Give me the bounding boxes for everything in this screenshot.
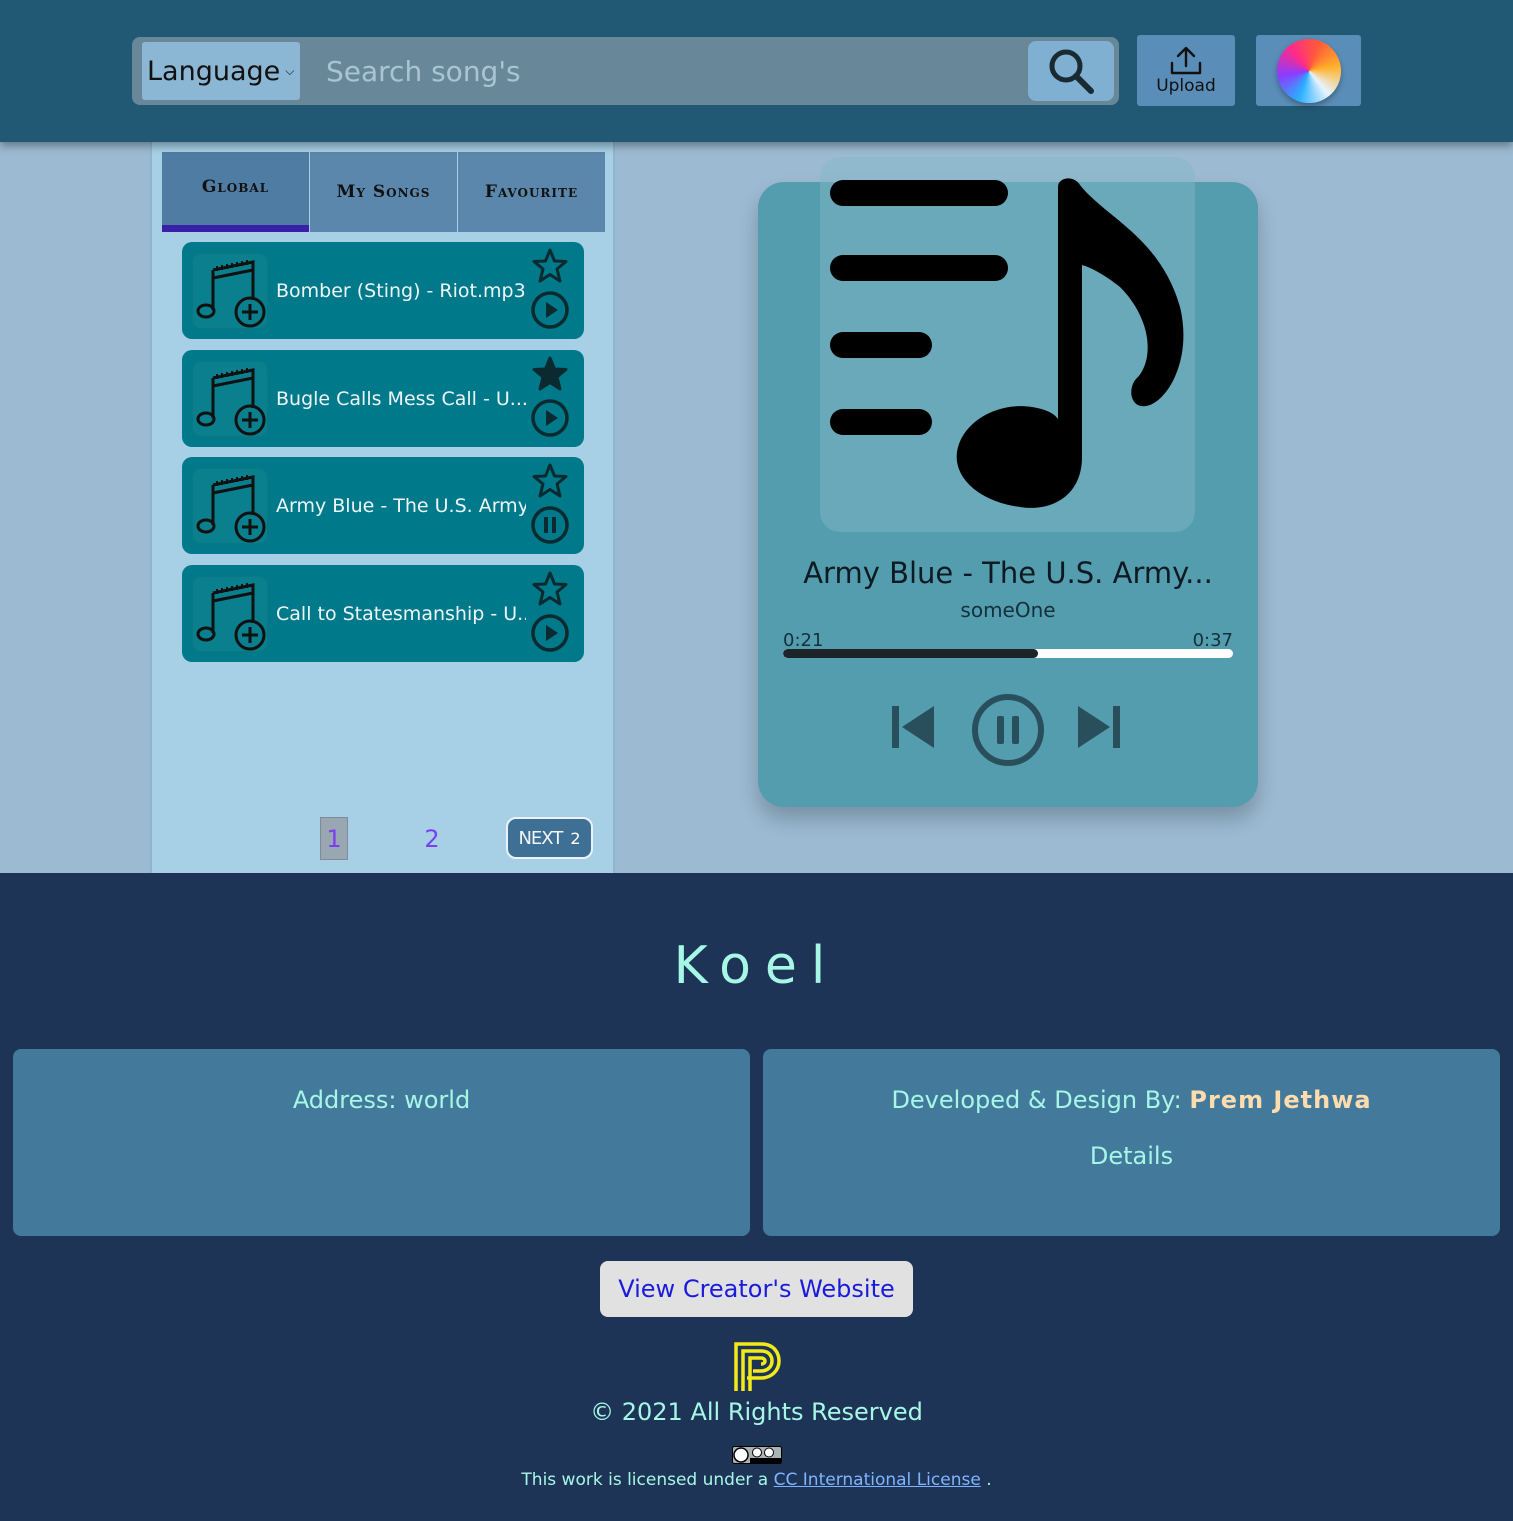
song-list-panel: Global My Songs Favourite Bomber (Sting)…: [150, 142, 615, 873]
star-outline-icon[interactable]: [530, 461, 570, 501]
footer: Koel Address: world Developed & Design B…: [0, 873, 1513, 1521]
main-area: Global My Songs Favourite Bomber (Sting)…: [0, 142, 1513, 873]
page-2-button[interactable]: 2: [418, 817, 446, 860]
next-page-number: 2: [570, 828, 581, 848]
song-item[interactable]: Bomber (Sting) - Riot.mp3: [182, 242, 584, 339]
developer-name: Prem Jethwa: [1189, 1086, 1372, 1114]
pj-logo-icon: [734, 1342, 781, 1391]
song-title: Call to Statesmanship - U...: [276, 602, 526, 625]
brand-title: Koel: [673, 936, 840, 996]
next-label: NEXT: [518, 827, 563, 849]
music-note-add-icon: [191, 360, 269, 438]
developer-line: Developed & Design By: Prem Jethwa: [763, 1086, 1500, 1114]
upload-button[interactable]: Upload: [1137, 35, 1235, 106]
top-header: Language ⌵ Search song's Upload: [0, 0, 1513, 142]
profile-button[interactable]: [1256, 35, 1361, 106]
song-title: Bomber (Sting) - Riot.mp3: [276, 279, 526, 302]
license-text: This work is licensed under a CC Interna…: [0, 1470, 1513, 1490]
tab-global[interactable]: Global: [162, 152, 310, 232]
song-item[interactable]: Call to Statesmanship - U...: [182, 565, 584, 662]
tab-label: Favourite: [484, 182, 579, 202]
tab-bar: Global My Songs Favourite: [162, 152, 605, 232]
now-playing-artist: someOne: [960, 598, 1056, 622]
skip-previous-icon[interactable]: [888, 702, 938, 752]
song-item[interactable]: Army Blue - The U.S. Army...: [182, 457, 584, 554]
search-bar: Language ⌵ Search song's: [132, 37, 1119, 105]
details-link[interactable]: Details: [763, 1142, 1500, 1170]
address-card: Address: world: [13, 1049, 750, 1236]
star-outline-icon[interactable]: [530, 569, 570, 609]
developer-card: Developed & Design By: Prem Jethwa Detai…: [763, 1049, 1500, 1236]
pause-circle-icon[interactable]: [530, 505, 570, 545]
pause-circle-icon[interactable]: [970, 692, 1046, 768]
current-time: 0:21: [783, 630, 824, 651]
upload-icon: [1170, 46, 1202, 74]
tab-label: Global: [201, 177, 270, 197]
developed-by-label: Developed & Design By:: [891, 1086, 1182, 1114]
chevron-down-icon: ⌵: [285, 63, 295, 78]
song-item[interactable]: Bugle Calls Mess Call - U...: [182, 350, 584, 447]
album-art: [820, 157, 1195, 532]
upload-label: Upload: [1156, 75, 1216, 96]
creative-commons-badge-icon[interactable]: [732, 1446, 782, 1464]
search-icon: [1049, 49, 1094, 94]
star-outline-icon[interactable]: [530, 246, 570, 286]
music-note-add-icon: [191, 252, 269, 330]
search-button[interactable]: [1028, 41, 1114, 101]
search-input[interactable]: Search song's: [326, 37, 521, 105]
view-creator-website-button[interactable]: View Creator's Website: [600, 1261, 913, 1317]
page-1-button[interactable]: 1: [320, 817, 348, 860]
song-title: Bugle Calls Mess Call - U...: [276, 387, 526, 410]
address-text: Address: world: [292, 1086, 471, 1114]
music-note-add-icon: [191, 575, 269, 653]
license-link[interactable]: CC International License: [774, 1470, 981, 1490]
tab-label: My Songs: [336, 182, 431, 202]
tab-favourite[interactable]: Favourite: [458, 152, 605, 232]
music-note-add-icon: [191, 467, 269, 545]
language-select-label: Language: [147, 55, 281, 87]
copyright-text: © 2021 All Rights Reserved: [590, 1398, 923, 1426]
now-playing-title: Army Blue - The U.S. Army...: [803, 556, 1213, 590]
progress-bar[interactable]: [783, 649, 1233, 658]
song-title: Army Blue - The U.S. Army...: [276, 494, 526, 517]
play-circle-icon[interactable]: [530, 290, 570, 330]
progress-fill: [783, 649, 1039, 658]
license-suffix: .: [986, 1470, 992, 1490]
next-page-button[interactable]: NEXT 2: [506, 817, 593, 859]
duration: 0:37: [1192, 630, 1233, 651]
play-circle-icon[interactable]: [530, 398, 570, 438]
star-filled-icon[interactable]: [530, 354, 570, 394]
avatar: [1276, 38, 1341, 103]
tab-my-songs[interactable]: My Songs: [310, 152, 458, 232]
license-prefix: This work is licensed under a: [521, 1470, 769, 1490]
playlist-music-icon: [830, 178, 1184, 508]
skip-next-icon[interactable]: [1074, 702, 1124, 752]
play-circle-icon[interactable]: [530, 613, 570, 653]
language-select[interactable]: Language ⌵: [142, 42, 300, 100]
